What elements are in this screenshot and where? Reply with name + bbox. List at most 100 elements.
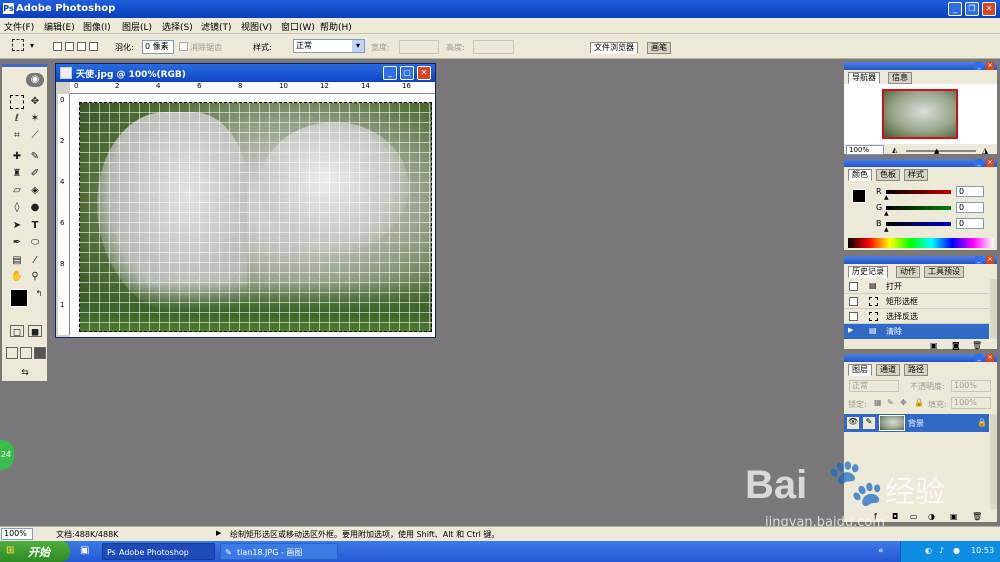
minimize-button[interactable]: _ — [948, 2, 962, 16]
pen-tool-icon[interactable]: ✒ — [10, 236, 24, 250]
zoom-slider-handle[interactable]: ▲ — [934, 147, 939, 155]
lock-position-icon[interactable]: ✥ — [900, 398, 907, 407]
tray-volume-icon[interactable]: ♪ — [939, 546, 944, 555]
navigator-zoom-input[interactable]: 100% — [846, 145, 884, 155]
zoom-slider-track[interactable] — [906, 150, 976, 152]
side-progress-badge[interactable]: 24 — [0, 440, 14, 470]
ellipse-tool-icon[interactable]: ⬭ — [28, 236, 42, 250]
quick-mask-mode-icon[interactable]: ◼ — [28, 325, 42, 338]
tab-paths[interactable]: 路径 — [904, 364, 928, 376]
menu-view[interactable]: 视图(V) — [241, 20, 272, 33]
tab-navigator[interactable]: 导航器 — [848, 72, 880, 84]
layer-row-background[interactable]: 👁 ✎ 背景 🔒 — [844, 414, 989, 432]
preset-dropdown-icon[interactable]: ▾ — [30, 41, 34, 50]
tab-actions[interactable]: 动作 — [896, 266, 920, 278]
history-item[interactable]: 矩形选框 — [844, 294, 989, 309]
menu-filter[interactable]: 滤镜(T) — [201, 20, 232, 33]
foreground-color-chip[interactable] — [852, 189, 866, 203]
slice-tool-icon[interactable]: ⟋ — [28, 129, 42, 143]
new-document-from-state-icon[interactable]: ▣ — [930, 341, 938, 350]
document-close-button[interactable]: ✕ — [417, 66, 431, 80]
clock[interactable]: 10:53 — [971, 546, 994, 555]
red-channel-input[interactable]: 0 — [956, 186, 984, 197]
history-item[interactable]: ▤ 打开 — [844, 279, 989, 294]
jump-to-imageready-icon[interactable]: ⇆ — [10, 366, 40, 378]
blur-tool-icon[interactable]: ◊ — [10, 201, 24, 215]
snapshot-icon[interactable]: ◙ — [952, 341, 960, 350]
history-item[interactable]: 选择反选 — [844, 309, 989, 324]
notes-tool-icon[interactable]: ▤ — [10, 254, 24, 268]
tray-network-icon[interactable]: ◐ — [925, 546, 932, 555]
standard-screen-icon[interactable] — [6, 347, 18, 359]
tab-history[interactable]: 历史记录 — [848, 266, 888, 278]
intersect-selection-icon[interactable] — [89, 42, 98, 51]
blend-mode-select[interactable]: 正常 — [849, 380, 899, 392]
height-input[interactable] — [473, 40, 514, 54]
task-photoshop[interactable]: Ps Adobe Photoshop — [102, 543, 215, 560]
marquee-preset-icon[interactable] — [12, 39, 24, 51]
eye-logo-icon[interactable]: ◉ — [26, 73, 44, 87]
delete-state-icon[interactable]: 🗑 — [972, 341, 982, 350]
document-maximize-button[interactable]: ▢ — [400, 66, 414, 80]
history-scrollbar[interactable] — [990, 279, 997, 339]
menu-image[interactable]: 图像(I) — [83, 20, 111, 33]
vertical-ruler[interactable]: 0 2 4 6 8 1 — [58, 94, 70, 335]
history-state-checkbox[interactable] — [849, 312, 858, 321]
menu-select[interactable]: 选择(S) — [162, 20, 193, 33]
tab-file-browser[interactable]: 文件浏览器 — [590, 42, 638, 54]
status-arrow-icon[interactable]: ▶ — [216, 529, 221, 537]
panel-minimize-icon[interactable]: _ — [975, 256, 983, 264]
eraser-tool-icon[interactable]: ▱ — [10, 184, 24, 198]
color-spectrum-bar[interactable] — [848, 238, 994, 248]
close-button[interactable]: ✕ — [982, 2, 996, 16]
tab-swatches[interactable]: 色板 — [876, 169, 900, 181]
layer-name[interactable]: 背景 — [908, 418, 924, 429]
swap-colors-icon[interactable]: ↰ — [32, 287, 46, 301]
green-channel-input[interactable]: 0 — [956, 202, 984, 213]
clone-stamp-tool-icon[interactable]: ♜ — [10, 167, 24, 181]
zoom-tool-icon[interactable]: ⚲ — [28, 270, 42, 284]
paint-bucket-tool-icon[interactable]: ◈ — [28, 184, 42, 198]
document-size-info[interactable]: 文档:488K/488K — [56, 529, 118, 540]
tab-layers[interactable]: 图层 — [848, 364, 872, 376]
marquee-tool-icon[interactable] — [10, 95, 24, 109]
slider-handle-icon[interactable]: ▲ — [884, 210, 889, 217]
lasso-tool-icon[interactable]: ℓ — [10, 112, 24, 126]
dodge-tool-icon[interactable]: ● — [28, 201, 42, 215]
tab-channels[interactable]: 通道 — [876, 364, 900, 376]
brush-tool-icon[interactable]: ✎ — [28, 150, 42, 164]
crop-tool-icon[interactable]: ⌗ — [10, 129, 24, 143]
lock-all-icon[interactable]: 🔒 — [914, 398, 924, 407]
full-screen-icon[interactable] — [34, 347, 46, 359]
brush-link-icon[interactable]: ✎ — [863, 417, 875, 429]
tab-tool-presets[interactable]: 工具预设 — [924, 266, 964, 278]
lock-image-icon[interactable]: ✎ — [887, 398, 894, 407]
eye-visibility-icon[interactable]: 👁 — [847, 417, 859, 429]
zoom-out-icon[interactable]: ◭ — [892, 146, 897, 154]
type-tool-icon[interactable]: T — [28, 219, 42, 233]
path-selection-tool-icon[interactable]: ➤ — [10, 219, 24, 233]
history-state-checkbox[interactable] — [849, 282, 858, 291]
hand-tool-icon[interactable]: ✋ — [10, 270, 24, 284]
panel-close-icon[interactable]: ✕ — [986, 159, 994, 167]
tray-expand-icon[interactable]: « — [878, 546, 884, 556]
green-channel-slider[interactable] — [886, 206, 951, 210]
navigator-preview-area[interactable] — [844, 84, 997, 144]
zoom-in-icon[interactable]: ◮ — [982, 146, 988, 155]
task-paint[interactable]: ✎ tian18.JPG - 画图 — [220, 543, 338, 560]
menu-edit[interactable]: 编辑(E) — [44, 20, 75, 33]
menu-help[interactable]: 帮助(H) — [320, 20, 352, 33]
slider-handle-icon[interactable]: ▲ — [884, 226, 889, 233]
document-title-bar[interactable]: 天使.jpg @ 100%(RGB) _ ▢ ✕ — [56, 64, 435, 82]
blue-channel-input[interactable]: 0 — [956, 218, 984, 229]
tab-color[interactable]: 颜色 — [848, 169, 872, 181]
panel-close-icon[interactable]: ✕ — [986, 62, 994, 70]
opacity-input[interactable]: 100% — [951, 380, 991, 392]
tray-app-icon[interactable]: ● — [953, 546, 960, 555]
blue-channel-slider[interactable] — [886, 222, 951, 226]
tab-styles[interactable]: 样式 — [904, 169, 928, 181]
history-state-checkbox[interactable] — [849, 297, 858, 306]
new-selection-icon[interactable] — [53, 42, 62, 51]
standard-mode-icon[interactable]: ◻ — [10, 325, 24, 338]
quick-launch-icon[interactable]: ▣ — [80, 545, 89, 556]
